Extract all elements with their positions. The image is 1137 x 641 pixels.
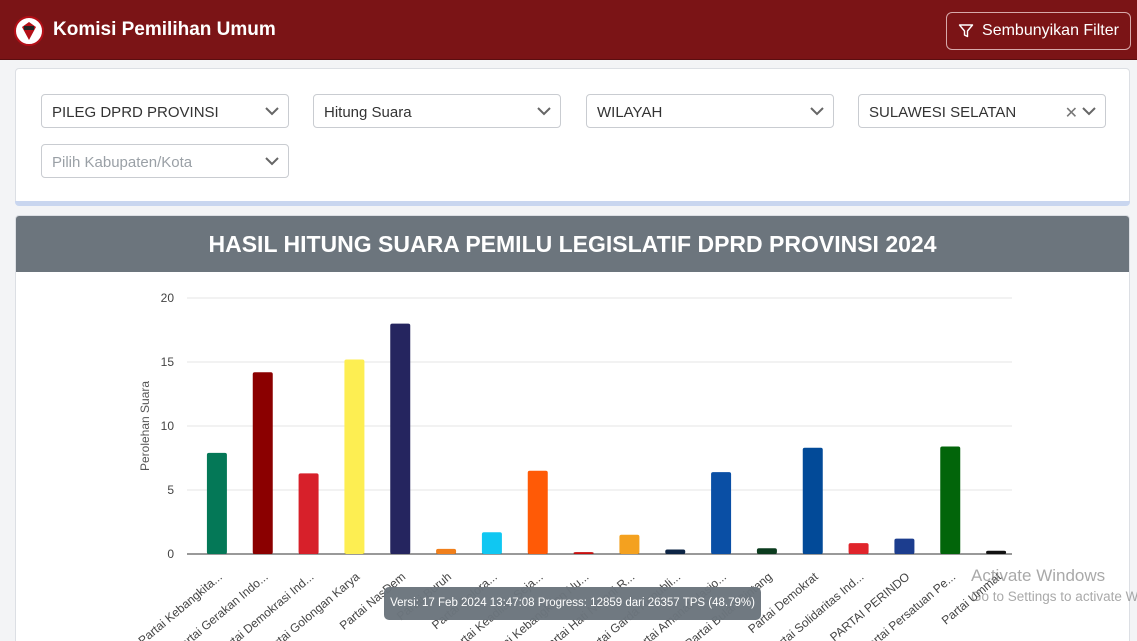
hide-filter-label: Sembunyikan Filter xyxy=(982,22,1119,39)
x-tick-label: Partai Kebangkita... xyxy=(136,570,225,641)
regency-select[interactable]: Pilih Kabupaten/Kota xyxy=(41,144,289,178)
vote-bar-chart: 0 5 10 15 20 Perolehan Suara Partai Kebangkita… xyxy=(136,291,1012,641)
chevron-down-icon xyxy=(265,157,279,166)
y-tick-label: 5 xyxy=(167,483,174,497)
navbar: Komisi Pemilihan Umum Sembunyikan Filter xyxy=(0,0,1137,60)
app-title[interactable]: Komisi Pemilihan Umum xyxy=(53,19,276,41)
scope-select[interactable]: WILAYAH xyxy=(586,94,834,128)
watermark-line-1: Activate Windows xyxy=(971,566,1106,585)
bar xyxy=(665,549,686,554)
bar xyxy=(848,543,869,554)
chart-title: HASIL HITUNG SUARA PEMILU LEGISLATIF DPR… xyxy=(16,216,1129,272)
y-tick-label: 15 xyxy=(161,355,175,369)
bar xyxy=(344,359,365,554)
chevron-down-icon xyxy=(1082,107,1096,116)
y-tick-label: 20 xyxy=(161,291,175,305)
bar xyxy=(894,538,915,554)
bar xyxy=(206,452,227,554)
activation-watermark: Activate Windows Go to Settings to activ… xyxy=(971,566,1137,604)
kpu-logo[interactable] xyxy=(14,16,44,46)
bar xyxy=(802,447,823,554)
filter-panel: PILEG DPRD PROVINSI Hitung Suara WILAYAH… xyxy=(15,68,1130,204)
hide-filter-button[interactable]: Sembunyikan Filter xyxy=(946,12,1131,50)
mode-select[interactable]: Hitung Suara xyxy=(313,94,561,128)
chevron-down-icon xyxy=(810,107,824,116)
filter-icon xyxy=(958,24,974,38)
y-tick-label: 10 xyxy=(161,419,175,433)
province-select[interactable]: SULAWESI SELATAN ✕ xyxy=(858,94,1106,128)
regency-placeholder: Pilih Kabupaten/Kota xyxy=(52,154,193,171)
province-value: SULAWESI SELATAN xyxy=(869,104,1017,121)
bar xyxy=(940,446,961,554)
bar xyxy=(436,548,457,554)
scope-value: WILAYAH xyxy=(597,104,663,121)
bar xyxy=(252,372,273,554)
mode-value: Hitung Suara xyxy=(324,104,412,121)
bar xyxy=(481,532,502,554)
bar xyxy=(390,323,411,554)
chevron-down-icon xyxy=(537,107,551,116)
bar xyxy=(711,472,732,554)
bar xyxy=(573,552,594,554)
election-type-select[interactable]: PILEG DPRD PROVINSI xyxy=(41,94,289,128)
bar xyxy=(527,470,548,554)
y-axis-label: Perolehan Suara xyxy=(138,381,152,471)
chevron-down-icon xyxy=(265,107,279,116)
bar xyxy=(298,473,319,554)
bar xyxy=(986,550,1007,554)
filter-panel-accent xyxy=(15,201,1130,206)
watermark-line-2: Go to Settings to activate Windows. xyxy=(971,589,1137,604)
y-tick-label: 0 xyxy=(167,547,174,561)
chart-card: HASIL HITUNG SUARA PEMILU LEGISLATIF DPR… xyxy=(15,215,1130,641)
bar xyxy=(619,534,640,554)
progress-tooltip: Versi: 17 Feb 2024 13:47:08 Progress: 12… xyxy=(384,587,761,620)
bar xyxy=(756,548,777,554)
election-type-value: PILEG DPRD PROVINSI xyxy=(52,104,219,121)
clear-icon[interactable]: ✕ xyxy=(1065,103,1078,123)
x-tick-label: PARTAI PERINDO xyxy=(827,570,912,641)
